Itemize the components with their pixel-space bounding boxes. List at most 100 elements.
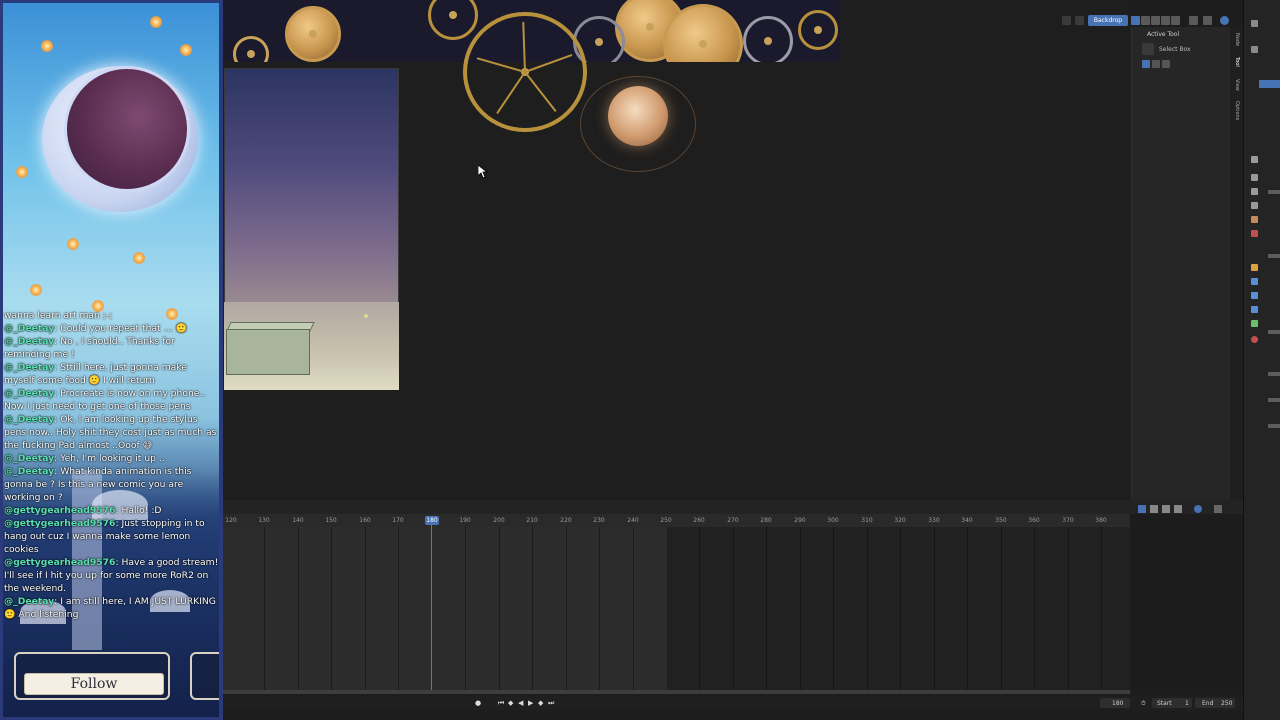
render-tab-icon[interactable] — [1251, 174, 1258, 181]
outliner-selected-row[interactable] — [1259, 80, 1280, 88]
tab-node[interactable]: Node — [1232, 33, 1240, 46]
light-dot-art — [364, 314, 368, 318]
frame-tick: 280 — [760, 517, 772, 524]
shading-icon[interactable] — [1220, 16, 1229, 25]
frame-grid-line — [967, 527, 968, 691]
select-extend-icon[interactable] — [1152, 60, 1160, 68]
outliner-icon[interactable] — [1251, 20, 1258, 27]
frame-tick: 200 — [493, 517, 505, 524]
data-tab-icon[interactable] — [1251, 320, 1258, 327]
play-reverse-icon[interactable]: ◀ — [518, 699, 523, 707]
chat-message: @_Deetay: Could you repeat that … 🙂 — [4, 323, 188, 334]
channel-b-icon[interactable] — [1161, 16, 1170, 25]
lantern-icon — [150, 16, 162, 28]
tab-view[interactable]: View — [1232, 79, 1240, 91]
physics-tab-icon[interactable] — [1251, 292, 1258, 299]
frame-tick: 120 — [225, 517, 237, 524]
frame-grid-line — [398, 527, 399, 691]
outliner-icon[interactable] — [1251, 46, 1258, 53]
frame-grid-line — [599, 527, 600, 691]
frame-grid-line — [934, 527, 935, 691]
view-layer-tab-icon[interactable] — [1251, 202, 1258, 209]
chat-message: @_Deetay: Yeh, I'm looking it up .. — [4, 453, 165, 464]
select-subtract-icon[interactable] — [1162, 60, 1170, 68]
sidebar-tabs: Node Tool View Options — [1230, 27, 1242, 500]
playhead-line[interactable] — [431, 525, 432, 691]
follow-button[interactable]: Follow — [24, 673, 164, 695]
start-value: 1 — [1185, 700, 1189, 707]
tab-options[interactable]: Options — [1232, 101, 1240, 120]
channel-icon[interactable] — [1131, 16, 1140, 25]
frame-grid-line — [833, 527, 834, 691]
constraints-tab-icon[interactable] — [1251, 306, 1258, 313]
frame-tick: 260 — [693, 517, 705, 524]
preview-range-icon[interactable]: ⏱ — [1141, 700, 1146, 708]
output-tab-icon[interactable] — [1251, 188, 1258, 195]
jump-end-icon[interactable]: ⏭ — [548, 699, 554, 708]
timeline-view-icon[interactable] — [1214, 505, 1222, 513]
select-new-icon[interactable] — [1142, 60, 1150, 68]
frame-tick: 230 — [593, 517, 605, 524]
gear-art — [798, 10, 838, 50]
channel-r-icon[interactable] — [1141, 16, 1150, 25]
channel-g-icon[interactable] — [1151, 16, 1160, 25]
frame-grid-line — [867, 527, 868, 691]
next-keyframe-icon[interactable]: ◆ — [538, 699, 543, 707]
timeline-filter-icon[interactable] — [1162, 505, 1170, 513]
timeline-select-icon[interactable] — [1138, 505, 1146, 513]
frame-tick: 190 — [459, 517, 471, 524]
backdrop-button[interactable]: Backdrop — [1088, 15, 1128, 26]
frame-tick: 150 — [325, 517, 337, 524]
play-icon[interactable]: ▶ — [528, 699, 533, 707]
timeline-header-tools — [1138, 505, 1238, 514]
jump-start-icon[interactable]: ⏮ — [498, 699, 504, 708]
world-tab-icon[interactable] — [1251, 230, 1258, 237]
chat-message: @gettygearhead9576: Hallo! :D — [4, 505, 162, 516]
frame-tick: 250 — [660, 517, 672, 524]
gear-art — [743, 16, 793, 62]
timeline-scene-range[interactable] — [223, 527, 667, 691]
pin-icon[interactable] — [1062, 16, 1071, 25]
channel-a-icon[interactable] — [1171, 16, 1180, 25]
playhead-frame-indicator[interactable]: 180 — [425, 516, 439, 525]
scene-tab-icon[interactable] — [1251, 216, 1258, 223]
overlay-icon[interactable] — [1203, 16, 1212, 25]
gear-art — [233, 36, 269, 62]
property-row — [1268, 372, 1280, 376]
frame-tick: 300 — [827, 517, 839, 524]
property-row — [1268, 330, 1280, 334]
gear-art — [428, 0, 478, 40]
timeline-scrollbar[interactable] — [223, 690, 1130, 694]
frame-tick: 370 — [1062, 517, 1074, 524]
timeline-snap-icon[interactable] — [1174, 505, 1182, 513]
select-box-icon[interactable] — [1142, 43, 1154, 55]
overlay-frame-edge — [190, 652, 223, 700]
timeline-keyframe-icon[interactable] — [1150, 505, 1158, 513]
lantern-icon — [180, 44, 192, 56]
chat-message: @_Deetay: Ok, I am looking up the stylus… — [4, 414, 217, 451]
select-box-label[interactable]: Select Box — [1159, 46, 1191, 53]
end-label: End — [1202, 700, 1214, 707]
frame-grid-line — [800, 527, 801, 691]
prev-keyframe-icon[interactable]: ◆ — [508, 699, 513, 707]
frame-tick: 320 — [894, 517, 906, 524]
timeline-outside-range[interactable] — [667, 527, 1130, 691]
chat-message: @_Deetay: Sttill here, just gonna make m… — [4, 362, 187, 386]
material-tab-icon[interactable] — [1251, 336, 1258, 343]
gizmo-icon[interactable] — [1189, 16, 1198, 25]
view-icon[interactable] — [1075, 16, 1084, 25]
record-icon[interactable]: ● — [475, 699, 481, 707]
property-row — [1268, 254, 1280, 258]
modifier-tab-icon[interactable] — [1251, 278, 1258, 285]
tool-tab-icon[interactable] — [1251, 156, 1258, 163]
frame-grid-line — [766, 527, 767, 691]
selection-mode-row — [1142, 60, 1227, 72]
screen: wanna learn art man ;-; @_Deetay: Could … — [0, 0, 1280, 720]
active-tool-heading: Active Tool — [1147, 31, 1180, 38]
frame-grid-line — [532, 527, 533, 691]
stream-overlay-panel: wanna learn art man ;-; @_Deetay: Could … — [0, 0, 223, 720]
object-tab-icon[interactable] — [1251, 264, 1258, 271]
frame-tick: 170 — [392, 517, 404, 524]
tab-tool[interactable]: Tool — [1232, 57, 1240, 67]
timeline-proportional-icon[interactable] — [1194, 505, 1202, 513]
